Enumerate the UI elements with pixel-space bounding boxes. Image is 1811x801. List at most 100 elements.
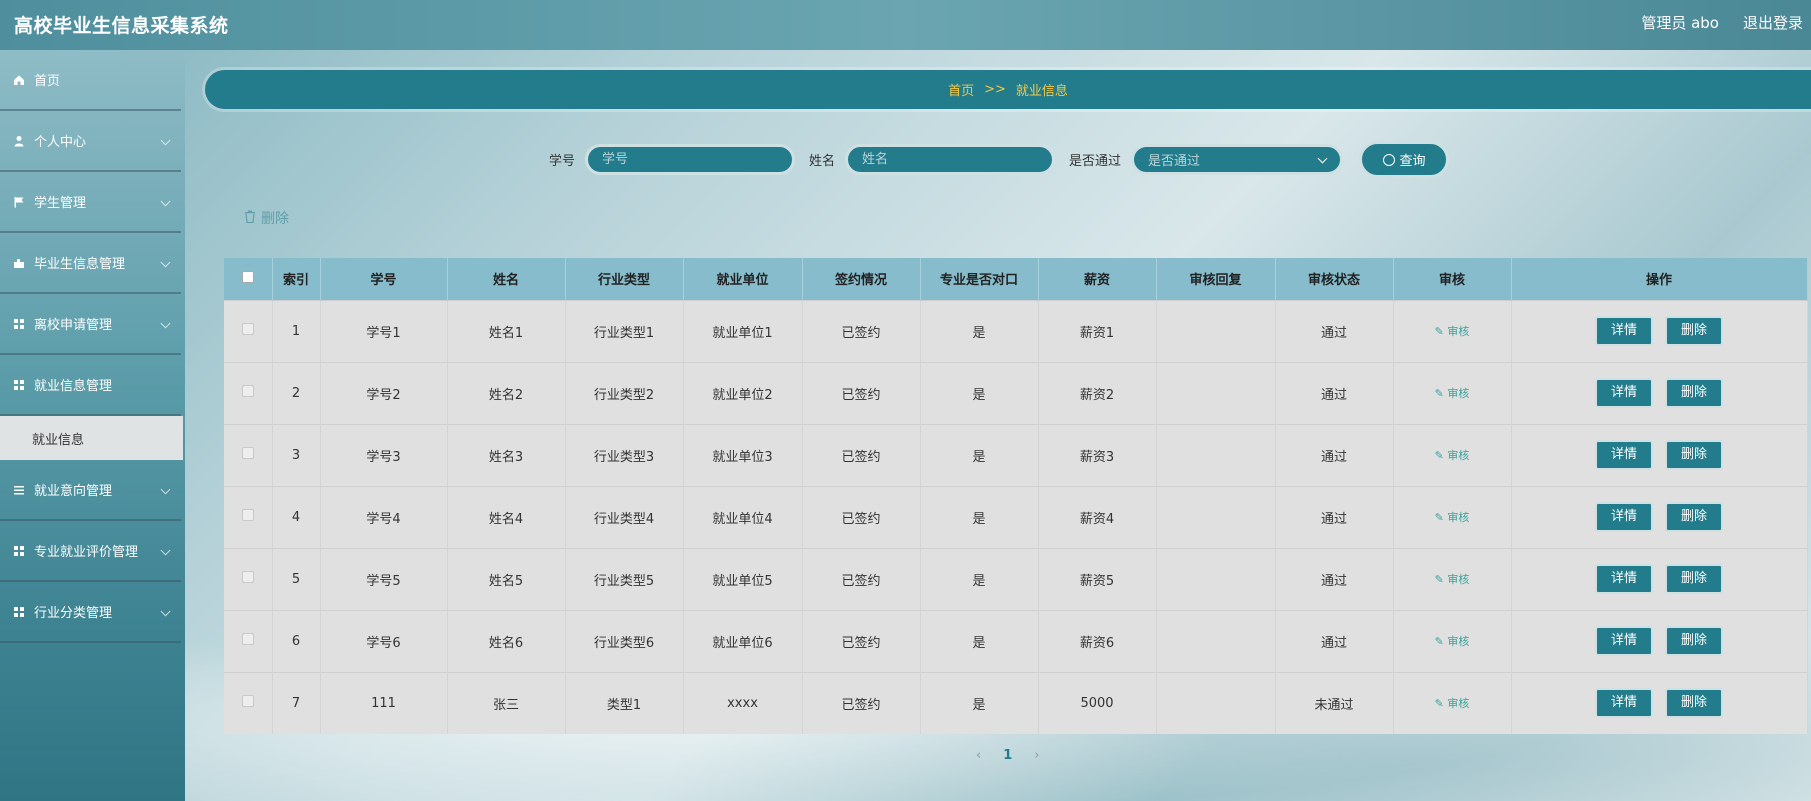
- cell-status: 未通过: [1275, 671, 1394, 734]
- prev-page-button[interactable]: ‹: [976, 748, 981, 763]
- sidebar-item-leave-application[interactable]: 离校申请管理: [0, 294, 181, 355]
- audit-link-label: 审核: [1447, 697, 1470, 711]
- detail-button[interactable]: 详情: [1595, 316, 1653, 346]
- operations-cell: 详情 删除: [1511, 423, 1808, 486]
- detail-button[interactable]: 详情: [1595, 502, 1653, 532]
- cell-name: 姓名6: [447, 609, 566, 672]
- cell-match: 是: [920, 423, 1039, 486]
- audit-link[interactable]: ✎ 审核: [1435, 697, 1470, 710]
- detail-button[interactable]: 详情: [1595, 626, 1653, 656]
- audit-link[interactable]: ✎ 审核: [1435, 573, 1470, 586]
- breadcrumb-separator: >>: [984, 82, 1006, 97]
- cell-salary: 薪资1: [1038, 299, 1157, 362]
- table-row: 7 111 张三 类型1 xxxx 已签约是 5000 未通过 ✎ 审核 详情 删除: [224, 671, 1808, 734]
- sidebar-item-major-evaluation[interactable]: 专业就业评价管理: [0, 521, 181, 582]
- cell-status: 通过: [1275, 423, 1394, 486]
- operations-cell: 详情 删除: [1511, 547, 1808, 610]
- pass-status-select[interactable]: 是否通过: [1131, 144, 1344, 175]
- audit-link[interactable]: ✎ 审核: [1435, 635, 1470, 648]
- cell-match: 是: [920, 299, 1039, 362]
- delete-button[interactable]: 删除: [1665, 502, 1723, 532]
- detail-button[interactable]: 详情: [1595, 378, 1653, 408]
- sidebar-item-graduate-info[interactable]: 毕业生信息管理: [0, 233, 181, 294]
- breadcrumb-home[interactable]: 首页: [948, 80, 974, 99]
- trash-icon: [244, 210, 256, 227]
- row-select-cell: [224, 423, 273, 486]
- select-all-checkbox[interactable]: [241, 270, 254, 283]
- row-checkbox[interactable]: [241, 633, 254, 645]
- cell-index: 7: [272, 671, 321, 734]
- audit-cell: ✎ 审核: [1393, 299, 1512, 362]
- delete-button[interactable]: 删除: [1665, 378, 1723, 408]
- row-checkbox[interactable]: [241, 385, 254, 397]
- sidebar-item-industry-category[interactable]: 行业分类管理: [0, 582, 181, 643]
- edit-icon: ✎: [1434, 325, 1448, 338]
- row-checkbox[interactable]: [241, 447, 254, 459]
- column-header: 行业类型: [565, 258, 684, 300]
- cell-industry: 行业类型3: [565, 423, 684, 486]
- audit-link[interactable]: ✎ 审核: [1435, 325, 1470, 338]
- cell-signing: 已签约: [802, 423, 921, 486]
- audit-cell: ✎ 审核: [1393, 609, 1512, 672]
- cell-status: 通过: [1275, 361, 1394, 424]
- name-input[interactable]: [845, 144, 1056, 175]
- sidebar-item-student-management[interactable]: 学生管理: [0, 172, 181, 233]
- row-checkbox[interactable]: [241, 695, 254, 708]
- cell-name: 姓名4: [447, 485, 566, 548]
- current-user: 管理员 abo: [1641, 14, 1719, 32]
- delete-button[interactable]: 删除: [1665, 688, 1723, 719]
- sidebar-item-employment-intention[interactable]: 就业意向管理: [0, 460, 181, 521]
- app-title: 高校毕业生信息采集系统: [14, 15, 229, 37]
- row-checkbox[interactable]: [241, 509, 254, 521]
- row-checkbox[interactable]: [241, 323, 254, 335]
- column-header: 审核回复: [1156, 258, 1276, 300]
- page-number[interactable]: 1: [1003, 748, 1012, 763]
- grid-icon: [12, 544, 26, 558]
- home-icon: [12, 73, 26, 87]
- delete-button[interactable]: 删除: [1665, 564, 1723, 594]
- table-row: 2 学号2 姓名2 行业类型2 就业单位2 已签约是薪资2 通过 ✎ 审核 详情 删除: [224, 361, 1808, 424]
- sidebar-item-personal-center[interactable]: 个人中心: [0, 111, 181, 172]
- pagination: ‹ 1 ›: [976, 748, 1039, 763]
- user-icon: [12, 134, 26, 148]
- flag-icon: [12, 195, 26, 209]
- delete-button[interactable]: 删除: [1665, 316, 1723, 346]
- sidebar-subitem-employment-info[interactable]: 就业信息: [0, 416, 183, 460]
- name-label: 姓名: [809, 154, 836, 169]
- next-page-button[interactable]: ›: [1034, 748, 1039, 763]
- audit-link[interactable]: ✎ 审核: [1435, 511, 1470, 524]
- detail-button[interactable]: 详情: [1595, 564, 1653, 594]
- cell-signing: 已签约: [802, 609, 921, 672]
- cell-signing: 已签约: [802, 671, 921, 734]
- employment-table: 索引 学号 姓名 行业类型 就业单位 签约情况 专业是否对口 薪资 审核回复 审…: [224, 258, 1808, 734]
- audit-link-label: 审核: [1447, 387, 1470, 400]
- delete-button[interactable]: 删除: [1665, 626, 1723, 656]
- logout-link[interactable]: 退出登录: [1743, 12, 1803, 33]
- detail-button[interactable]: 详情: [1595, 440, 1653, 470]
- cell-employer: xxxx: [683, 671, 803, 734]
- student-id-input[interactable]: [585, 144, 796, 175]
- chevron-down-icon: [160, 257, 171, 268]
- sidebar-item-employment-management[interactable]: 就业信息管理: [0, 355, 181, 416]
- row-checkbox[interactable]: [241, 571, 254, 583]
- puzzle-icon: [12, 256, 26, 270]
- grid-icon: [12, 317, 26, 331]
- sidebar-item-label: 行业分类管理: [34, 606, 113, 621]
- audit-link[interactable]: ✎ 审核: [1435, 387, 1470, 400]
- cell-status: 通过: [1275, 547, 1394, 610]
- batch-delete-button[interactable]: 删除: [244, 208, 289, 228]
- cell-match: 是: [920, 609, 1039, 672]
- chevron-down-icon: [160, 484, 171, 495]
- delete-button[interactable]: 删除: [1665, 440, 1723, 470]
- grid-icon: [12, 378, 26, 392]
- select-all-cell: [224, 258, 273, 300]
- audit-cell: ✎ 审核: [1393, 671, 1512, 734]
- table-row: 5 学号5 姓名5 行业类型5 就业单位5 已签约是薪资5 通过 ✎ 审核 详情 删除: [224, 547, 1808, 610]
- cell-student-id: 111: [320, 671, 448, 734]
- sidebar-item-home[interactable]: 首页: [0, 50, 181, 111]
- detail-button[interactable]: 详情: [1595, 688, 1653, 719]
- query-button[interactable]: 查询: [1359, 141, 1450, 178]
- audit-link[interactable]: ✎ 审核: [1435, 449, 1470, 462]
- cell-index: 1: [272, 299, 321, 362]
- cell-salary: 薪资3: [1038, 423, 1157, 486]
